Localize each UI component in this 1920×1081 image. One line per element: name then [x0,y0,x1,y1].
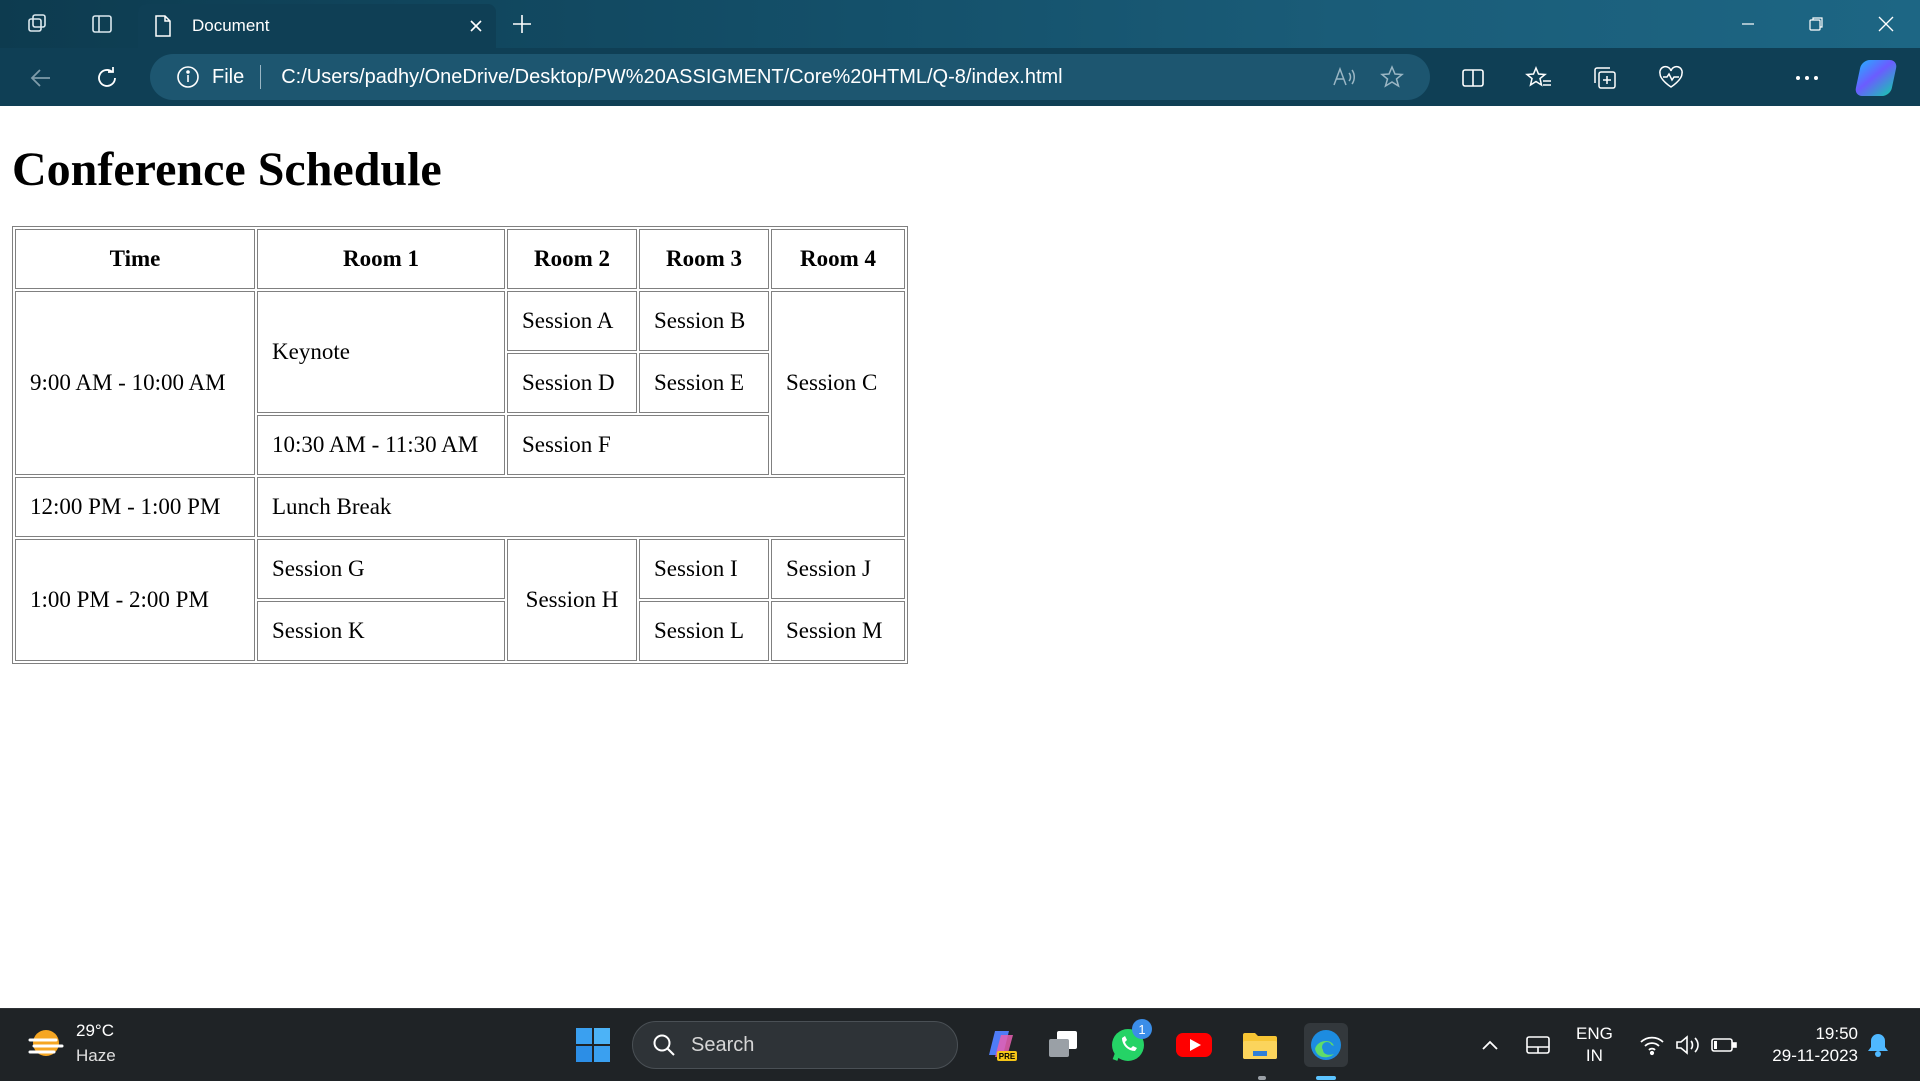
session-cell: Session G [257,539,505,599]
weather-temperature[interactable]: 29°C [76,1021,114,1041]
close-tab-icon[interactable] [456,18,496,34]
wifi-icon[interactable] [1638,1031,1666,1059]
close-window-icon[interactable] [1858,8,1914,40]
session-cell: Session D [507,353,637,413]
taskbar-search[interactable]: Search [632,1021,958,1069]
back-icon[interactable] [24,61,58,95]
search-icon [651,1032,677,1058]
address-bar[interactable]: File C:/Users/padhy/OneDrive/Desktop/PW%… [150,54,1430,100]
copilot-icon[interactable] [1854,60,1898,96]
time-cell: 9:00 AM - 10:00 AM [15,291,255,475]
svg-text:PRE: PRE [999,1052,1016,1061]
new-tab-icon[interactable] [508,10,536,38]
page-title: Conference Schedule [12,143,442,196]
lunch-cell: Lunch Break [257,477,905,537]
time-cell: 1:00 PM - 2:00 PM [15,539,255,661]
session-cell: Session I [639,539,769,599]
refresh-icon[interactable] [90,61,124,95]
language-indicator[interactable]: ENG IN [1576,1023,1613,1067]
session-cell: Session L [639,601,769,661]
scheme-label: File [212,65,245,88]
workspaces-icon[interactable] [24,10,52,38]
session-cell: Session E [639,353,769,413]
read-aloud-icon[interactable] [1324,57,1364,97]
restore-icon[interactable] [1788,8,1844,40]
header-room-2: Room 2 [507,229,637,289]
favorites-icon[interactable] [1522,61,1556,95]
url-text[interactable]: C:/Users/padhy/OneDrive/Desktop/PW%20ASS… [281,66,1324,89]
show-hidden-icons-icon[interactable] [1476,1031,1504,1059]
favorite-star-icon[interactable] [1372,57,1412,97]
minimize-icon[interactable] [1720,8,1776,40]
copilot-preview-icon[interactable]: PRE [979,1023,1023,1067]
schedule-table: Time Room 1 Room 2 Room 3 Room 4 9:00 AM… [12,226,908,664]
browser-toolbar: File C:/Users/padhy/OneDrive/Desktop/PW%… [0,48,1920,143]
youtube-icon[interactable] [1172,1023,1216,1067]
session-cell: Session B [639,291,769,351]
start-windows-icon[interactable] [571,1023,615,1067]
table-row: 12:00 PM - 1:00 PM Lunch Break [15,477,905,537]
page-content: Conference Schedule Time Room 1 Room 2 R… [0,106,1920,1008]
keynote-cell: Keynote [257,291,505,413]
more-options-icon[interactable] [1790,61,1824,95]
document-icon [154,15,174,37]
input-indicator-icon[interactable] [1524,1031,1552,1059]
header-room-4: Room 4 [771,229,905,289]
search-label: Search [691,1033,755,1056]
weather-haze-icon[interactable] [26,1027,66,1063]
file-explorer-icon[interactable] [1238,1023,1282,1067]
session-cell: Session A [507,291,637,351]
clock-date: 29-11-2023 [1772,1046,1858,1065]
clock-time: 19:50 [1815,1024,1858,1043]
table-row: 9:00 AM - 10:00 AM Keynote Session A Ses… [15,291,905,475]
info-icon[interactable] [176,65,200,89]
battery-icon[interactable] [1710,1031,1738,1059]
notification-badge: 1 [1132,1019,1152,1039]
session-cell: Session K [257,601,505,661]
browser-essentials-icon[interactable] [1654,61,1688,95]
address-separator [260,65,262,89]
region-code: IN [1585,1046,1603,1065]
tab-strip: Document [0,0,1920,48]
session-cell: Session H [507,539,637,661]
session-cell: Session C [771,291,905,475]
tab-document[interactable]: Document [138,4,496,48]
collections-icon[interactable] [1588,61,1622,95]
header-room-1: Room 1 [257,229,505,289]
running-indicator [1258,1076,1266,1080]
language-code: ENG [1576,1024,1613,1043]
split-screen-icon[interactable] [1456,61,1490,95]
notification-bell-icon[interactable] [1864,1031,1892,1059]
time-cell: 12:00 PM - 1:00 PM [15,477,255,537]
volume-icon[interactable] [1674,1031,1702,1059]
weather-description[interactable]: Haze [76,1046,116,1066]
active-indicator [1316,1076,1336,1080]
edge-icon[interactable] [1304,1023,1348,1067]
header-time: Time [15,229,255,289]
task-view-icon[interactable] [1041,1023,1085,1067]
table-row: 1:00 PM - 2:00 PM Session G Session H Se… [15,539,905,661]
session-cell: Session J [771,539,905,599]
tab-actions-icon[interactable] [88,10,116,38]
taskbar: 29°C Haze Search PRE 1 ENG IN 19:50 29-1… [0,1008,1920,1081]
time-cell: 10:30 AM - 11:30 AM [257,415,505,475]
tab-title: Document [192,16,270,35]
header-room-3: Room 3 [639,229,769,289]
clock[interactable]: 19:50 29-11-2023 [1752,1023,1858,1067]
whatsapp-icon[interactable]: 1 [1106,1019,1152,1067]
session-cell: Session F [507,415,769,475]
session-cell: Session M [771,601,905,661]
table-header-row: Time Room 1 Room 2 Room 3 Room 4 [15,229,905,289]
